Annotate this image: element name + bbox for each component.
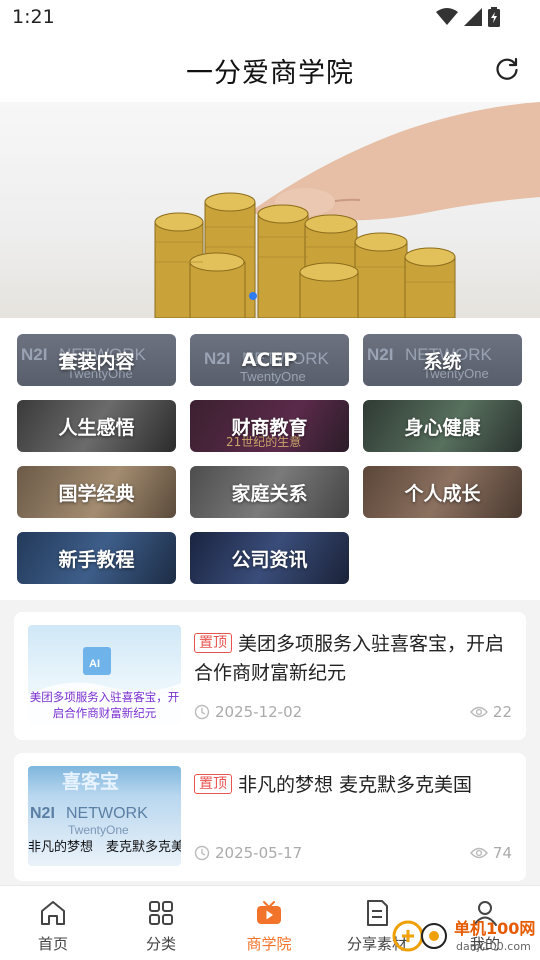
category-tile-jiating[interactable]: 家庭关系 bbox=[190, 466, 349, 518]
pinned-badge: 置顶 bbox=[194, 774, 232, 794]
tv-play-icon bbox=[257, 901, 281, 924]
article-thumbnail: AI 美团多项服务入驻喜客宝，开启合作商财富新纪元 bbox=[28, 625, 181, 725]
status-bar: 1:21 bbox=[0, 0, 540, 36]
svg-text:单机100网: 单机100网 bbox=[454, 919, 535, 938]
category-label: 身心健康 bbox=[404, 416, 481, 439]
svg-text:AI: AI bbox=[89, 658, 100, 670]
category-tile-taozhuang[interactable]: N2I NETWORK TwentyOne 套装内容 bbox=[17, 334, 176, 386]
category-tile-caishang[interactable]: 21世纪的生意 财商教育 bbox=[190, 400, 349, 452]
nav-label: 分类 bbox=[145, 935, 176, 953]
thumb-caption: 美团多项服务入驻喜客宝，开启合作商财富新纪元 bbox=[29, 690, 180, 720]
category-label: 新手教程 bbox=[58, 548, 135, 571]
status-icons bbox=[436, 7, 500, 27]
category-tile-rensheng[interactable]: 人生感悟 bbox=[17, 400, 176, 452]
status-time: 1:21 bbox=[12, 6, 55, 28]
article-card[interactable]: 喜客宝 N2I NETWORK TwentyOne 非凡的梦想 麦克默多克美 置… bbox=[14, 753, 526, 881]
svg-text:N2I: N2I bbox=[30, 805, 55, 822]
carousel-indicator-dot bbox=[249, 292, 257, 300]
document-icon bbox=[367, 900, 388, 926]
nav-label: 商学院 bbox=[246, 935, 292, 953]
signal-icon bbox=[464, 8, 482, 26]
article-title-text: 非凡的梦想 麦克默多克美国 bbox=[238, 774, 473, 796]
article-date-text: 2025-05-17 bbox=[215, 844, 303, 862]
article-thumbnail-image: AI 美团多项服务入驻喜客宝，开启合作商财富新纪元 bbox=[28, 647, 181, 725]
svg-text:N2I: N2I bbox=[204, 349, 230, 368]
coins-hand-image bbox=[154, 102, 540, 318]
category-label: 人生感悟 bbox=[58, 416, 135, 439]
article-views: 74 bbox=[469, 844, 512, 862]
article-thumbnail: 喜客宝 N2I NETWORK TwentyOne 非凡的梦想 麦克默多克美 bbox=[28, 766, 181, 866]
svg-text:danji100.com: danji100.com bbox=[456, 940, 531, 953]
svg-text:喜客宝: 喜客宝 bbox=[62, 770, 119, 793]
nav-label: 首页 bbox=[37, 935, 68, 953]
refresh-icon[interactable] bbox=[494, 56, 520, 82]
article-title: 置顶 美团多项服务入驻喜客宝，开启合作商财富新纪元 bbox=[194, 630, 510, 688]
watermark-logo: 单机100网 danji100.com bbox=[392, 919, 535, 953]
home-icon bbox=[41, 901, 65, 925]
page-title: 一分爱商学院 bbox=[186, 58, 354, 89]
category-grid: N2I NETWORK TwentyOne 套装内容 N2I NETWORK T… bbox=[0, 318, 540, 600]
category-label: 公司资讯 bbox=[231, 548, 308, 571]
article-views-count: 22 bbox=[492, 703, 512, 721]
clock-icon bbox=[194, 845, 210, 861]
category-tile-gongsi[interactable]: 公司资讯 bbox=[190, 532, 349, 584]
article-card[interactable]: AI 美团多项服务入驻喜客宝，开启合作商财富新纪元 置顶 美团多项服务入驻喜客宝，… bbox=[14, 612, 526, 740]
article-date: 2025-05-17 bbox=[194, 844, 302, 862]
nav-home[interactable]: 首页 bbox=[13, 898, 93, 954]
article-views: 22 bbox=[469, 703, 512, 721]
wifi-icon bbox=[436, 8, 458, 25]
banner-carousel[interactable] bbox=[0, 102, 540, 318]
svg-text:TwentyOne: TwentyOne bbox=[68, 823, 129, 837]
battery-icon bbox=[488, 7, 500, 27]
category-label: 财商教育 bbox=[231, 416, 308, 439]
category-label: 系统 bbox=[423, 350, 462, 373]
category-tile-acep[interactable]: N2I NETWORK TwentyOne ACEP bbox=[190, 334, 349, 386]
category-tile-guoxue[interactable]: 国学经典 bbox=[17, 466, 176, 518]
category-tile-shenxin[interactable]: 身心健康 bbox=[363, 400, 522, 452]
grid-icon bbox=[149, 901, 173, 925]
app-header: 一分爱商学院 bbox=[0, 36, 540, 102]
category-label: ACEP bbox=[241, 349, 298, 371]
svg-text:N2I: N2I bbox=[367, 345, 393, 364]
article-views-count: 74 bbox=[492, 844, 512, 862]
article-date-text: 2025-12-02 bbox=[215, 703, 303, 721]
category-tile-chengzhang[interactable]: 个人成长 bbox=[363, 466, 522, 518]
article-title-text: 美团多项服务入驻喜客宝，开启合作商财富新纪元 bbox=[194, 633, 505, 684]
category-label: 国学经典 bbox=[58, 482, 135, 505]
category-label: 家庭关系 bbox=[231, 482, 308, 505]
pinned-badge: 置顶 bbox=[194, 633, 232, 653]
category-tile-xinshou[interactable]: 新手教程 bbox=[17, 532, 176, 584]
nav-category[interactable]: 分类 bbox=[121, 898, 201, 954]
clock-icon bbox=[194, 704, 210, 720]
eye-icon bbox=[469, 847, 488, 859]
nav-business-school[interactable]: 商学院 bbox=[229, 898, 309, 954]
thumb-caption: 非凡的梦想 麦克默多克美 bbox=[28, 840, 181, 855]
category-label: 个人成长 bbox=[404, 482, 481, 505]
svg-text:NETWORK: NETWORK bbox=[66, 805, 148, 822]
site-watermark: 单机100网 danji100.com bbox=[390, 912, 540, 958]
article-date: 2025-12-02 bbox=[194, 703, 302, 721]
eye-icon bbox=[469, 706, 488, 718]
category-label: 套装内容 bbox=[58, 350, 135, 373]
svg-text:N2I: N2I bbox=[21, 345, 47, 364]
svg-text:TwentyOne: TwentyOne bbox=[240, 369, 306, 384]
article-title: 置顶 非凡的梦想 麦克默多克美国 bbox=[194, 771, 510, 800]
category-tile-xitong[interactable]: N2I NETWORK TwentyOne 系统 bbox=[363, 334, 522, 386]
